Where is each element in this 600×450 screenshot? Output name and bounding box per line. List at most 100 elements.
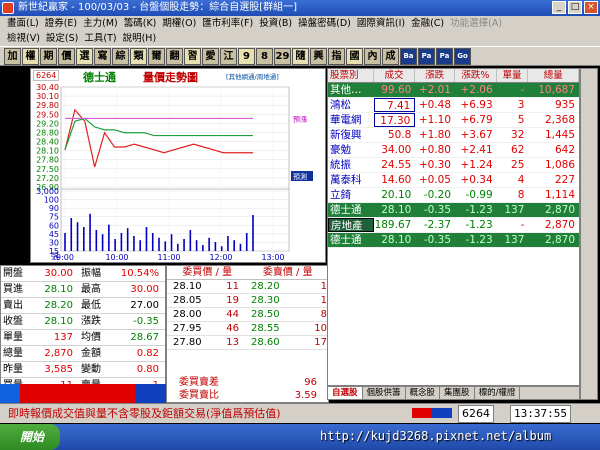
quote-column-header[interactable]: 總量 bbox=[528, 69, 580, 82]
toolbar-button[interactable]: 29 bbox=[274, 48, 291, 65]
quote-row[interactable]: 鴻松 7.41 +0.48 +6.93 3 935 bbox=[328, 98, 579, 113]
toolbar-button[interactable]: 習 bbox=[184, 48, 201, 65]
quote-stock-name[interactable]: 其他… bbox=[328, 83, 374, 97]
toolbar-button[interactable]: 綜 bbox=[112, 48, 129, 65]
quote-row[interactable]: 萬泰科 14.60 +0.05 +0.34 4 227 bbox=[328, 173, 579, 188]
toolbar-button[interactable]: 愛 bbox=[202, 48, 219, 65]
chart-header: 6264 德士通 量價走勢圖 [其他網通/周地通] bbox=[31, 69, 325, 84]
quote-price: 34.00 bbox=[381, 144, 412, 156]
menu-item[interactable]: 投資(B) bbox=[256, 16, 295, 31]
toolbar-button[interactable]: 寫 bbox=[94, 48, 111, 65]
quote-stock-name[interactable]: 華電網 bbox=[328, 113, 374, 127]
info-value: 10.54% bbox=[120, 268, 159, 279]
minimize-button[interactable]: _ bbox=[552, 1, 566, 14]
quote-stock-name[interactable]: 統振 bbox=[328, 158, 374, 172]
quote-stock-name[interactable]: 豪勉 bbox=[328, 143, 374, 157]
ask-qty: 8 bbox=[320, 309, 327, 320]
toolbar-button[interactable]: 隨 bbox=[292, 48, 309, 65]
quote-price: 28.10 bbox=[381, 204, 412, 216]
maximize-button[interactable]: □ bbox=[568, 1, 582, 14]
close-button[interactable]: × bbox=[584, 1, 598, 14]
info-label: 振幅 bbox=[81, 268, 101, 279]
info-value: -0.35 bbox=[133, 316, 159, 327]
quote-tab[interactable]: 集團股 bbox=[440, 387, 475, 399]
info-value: 137 bbox=[53, 332, 73, 343]
toolbar-button[interactable]: 爾 bbox=[148, 48, 165, 65]
quote-row[interactable]: 統振 24.55 +0.30 +1.24 25 1,086 bbox=[328, 158, 579, 173]
quote-stock-name[interactable]: 立錡 bbox=[328, 188, 374, 202]
menu-item[interactable]: 功能選擇(A) bbox=[447, 16, 505, 31]
quote-row[interactable]: 德士通 28.10 -0.35 -1.23 137 2,870 bbox=[328, 233, 579, 248]
quote-stock-name[interactable]: 德士通 bbox=[328, 233, 374, 247]
quote-stock-name[interactable]: 房地產 bbox=[328, 218, 374, 232]
quote-column-header[interactable]: 成交 bbox=[374, 69, 416, 82]
menu-item[interactable]: 證券(E) bbox=[42, 16, 80, 31]
bid-price: 28.10 bbox=[173, 281, 202, 292]
quote-stock-name[interactable]: 鴻松 bbox=[328, 98, 374, 112]
toolbar-button[interactable]: 國 bbox=[346, 48, 363, 65]
menu-item[interactable]: 國際資訊(I) bbox=[354, 16, 408, 31]
toolbar-button[interactable]: 指 bbox=[328, 48, 345, 65]
toolbar-button[interactable]: 類 bbox=[130, 48, 147, 65]
menu-item[interactable]: 檢視(V) bbox=[4, 31, 43, 46]
vertical-scrollbar[interactable] bbox=[580, 68, 598, 400]
bid-price: 28.00 bbox=[173, 309, 202, 320]
quote-row[interactable]: 德士通 28.10 -0.35 -1.23 137 2,870 bbox=[328, 203, 579, 218]
toolbar-button[interactable]: Go bbox=[454, 48, 471, 65]
menu-item[interactable]: 畫面(L) bbox=[4, 16, 42, 31]
quote-row[interactable]: 房地產 189.67 -2.37 -1.23 - 2,870 bbox=[328, 218, 579, 233]
toolbar-button[interactable]: 8 bbox=[256, 48, 273, 65]
toolbar-button[interactable]: 9 bbox=[238, 48, 255, 65]
quote-tab[interactable]: 標的/權證 bbox=[475, 387, 521, 399]
quote-row[interactable]: 立錡 20.10 -0.20 -0.99 8 1,114 bbox=[328, 188, 579, 203]
info-label: 賣出 bbox=[3, 300, 23, 311]
toolbar-button[interactable]: Pa bbox=[418, 48, 435, 65]
quote-column-header[interactable]: 股票別 bbox=[328, 69, 374, 82]
quote-total-volume: 10,687 bbox=[538, 84, 575, 96]
quote-column-header[interactable]: 單量 bbox=[497, 69, 529, 82]
menu-item[interactable]: 籌碼(K) bbox=[121, 16, 160, 31]
toolbar-button[interactable]: 加 bbox=[4, 48, 21, 65]
status-clock: 13:37:55 bbox=[510, 405, 571, 423]
order-book-row: 28.10 11 28.20 1 bbox=[167, 280, 328, 294]
menu-item[interactable]: 說明(H) bbox=[120, 31, 160, 46]
quote-unit-volume: 25 bbox=[511, 159, 525, 171]
quote-column-header[interactable]: 漲跌 bbox=[415, 69, 456, 82]
info-value: 28.67 bbox=[130, 332, 159, 343]
toolbar-button[interactable]: 江 bbox=[220, 48, 237, 65]
toolbar-button[interactable]: 選 bbox=[76, 48, 93, 65]
quote-row[interactable]: 豪勉 34.00 +0.80 +2.41 62 642 bbox=[328, 143, 579, 158]
quote-row[interactable]: 其他… 99.60 +2.01 +2.06 - 10,687 bbox=[328, 83, 579, 98]
menu-item[interactable]: 工具(T) bbox=[81, 31, 119, 46]
quote-stock-name[interactable]: 萬泰科 bbox=[328, 173, 374, 187]
quote-change-pct: -1.23 bbox=[465, 219, 493, 231]
menu-item[interactable]: 匯市利率(F) bbox=[199, 16, 256, 31]
toolbar-button[interactable]: Pa bbox=[436, 48, 453, 65]
quote-column-header[interactable]: 漲跌% bbox=[455, 69, 497, 82]
toolbar-button[interactable]: 價 bbox=[58, 48, 75, 65]
toolbar-button[interactable]: 興 bbox=[310, 48, 327, 65]
menu-item[interactable]: 設定(S) bbox=[43, 31, 81, 46]
toolbar-button[interactable]: 期 bbox=[40, 48, 57, 65]
toolbar-button[interactable]: 成 bbox=[382, 48, 399, 65]
start-button[interactable]: 開始 bbox=[0, 424, 60, 450]
quote-stock-name[interactable]: 德士通 bbox=[328, 203, 374, 217]
stock-code-tag[interactable]: 6264 bbox=[33, 70, 60, 81]
taskbar: 開始 http://kujd3268.pixnet.net/album bbox=[0, 424, 600, 450]
quote-tab[interactable]: 概念股 bbox=[406, 387, 441, 399]
ask-price: 28.60 bbox=[251, 337, 280, 348]
toolbar-button[interactable]: 翻 bbox=[166, 48, 183, 65]
toolbar-button[interactable]: 權 bbox=[22, 48, 39, 65]
quote-row[interactable]: 新復興 50.8 +1.80 +3.67 32 1,445 bbox=[328, 128, 579, 143]
menu-item[interactable]: 金融(C) bbox=[408, 16, 447, 31]
toolbar-button[interactable]: Ba bbox=[400, 48, 417, 65]
quote-row[interactable]: 華電網 17.30 +1.10 +6.79 5 2,368 bbox=[328, 113, 579, 128]
toolbar-button[interactable]: 內 bbox=[364, 48, 381, 65]
quote-tab[interactable]: 個股供籌 bbox=[363, 387, 406, 399]
quote-tab[interactable]: 自選股 bbox=[328, 387, 363, 399]
quote-stock-name[interactable]: 新復興 bbox=[328, 128, 374, 142]
menu-item[interactable]: 期權(O) bbox=[159, 16, 199, 31]
menu-item[interactable]: 主力(M) bbox=[80, 16, 121, 31]
status-stock-code[interactable]: 6264 bbox=[458, 405, 494, 423]
menu-item[interactable]: 操盤密碼(D) bbox=[295, 16, 354, 31]
